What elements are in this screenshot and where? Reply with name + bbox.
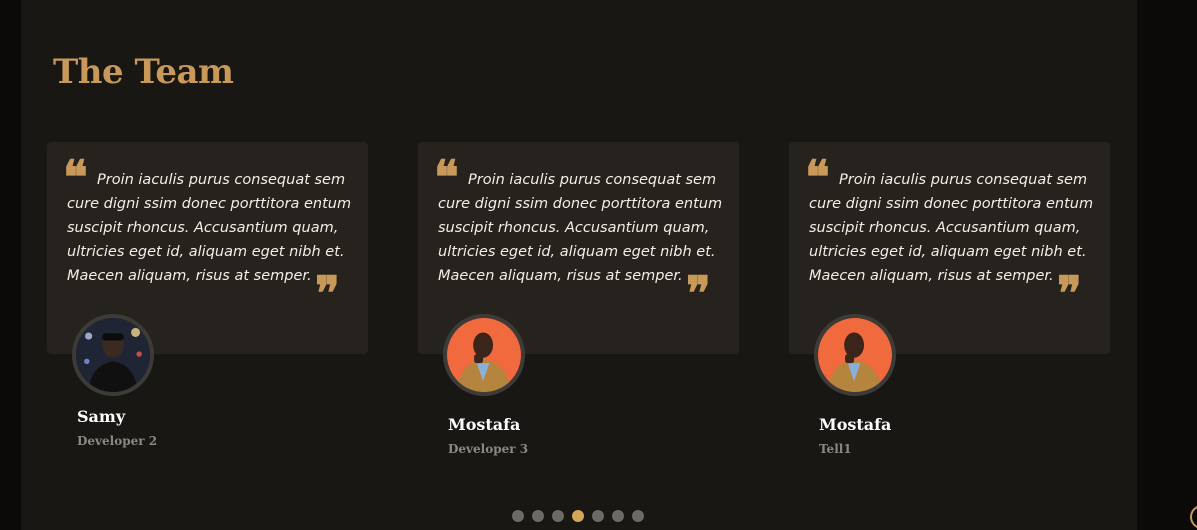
testimonial-text: Proin iaculis purus consequat sem cure d…	[809, 172, 1094, 284]
close-quote-icon: ❞	[1057, 266, 1082, 320]
section-title: The Team	[53, 52, 234, 92]
carousel-dot-1[interactable]	[512, 510, 524, 522]
avatar-mostafa	[814, 314, 896, 396]
avatar-mostafa	[443, 314, 525, 396]
person-photo-icon	[447, 318, 521, 392]
person-photo-icon	[818, 318, 892, 392]
carousel-dot-7[interactable]	[632, 510, 644, 522]
person-photo-icon	[76, 318, 150, 392]
testimonial-text: Proin iaculis purus consequat sem cure d…	[67, 172, 352, 284]
avatar-samy	[72, 314, 154, 396]
member-role: Tell1	[819, 442, 852, 456]
member-role: Developer 3	[448, 442, 529, 456]
carousel-dot-4[interactable]	[572, 510, 584, 522]
member-name: Mostafa	[448, 415, 521, 434]
carousel-dot-5[interactable]	[592, 510, 604, 522]
scroll-edge-icon	[1190, 505, 1197, 529]
carousel-dot-3[interactable]	[552, 510, 564, 522]
close-quote-icon: ❞	[315, 266, 340, 320]
member-role: Developer 2	[77, 434, 158, 448]
carousel-dot-2[interactable]	[532, 510, 544, 522]
carousel-dot-6[interactable]	[612, 510, 624, 522]
member-name: Samy	[77, 407, 126, 426]
close-quote-icon: ❞	[686, 266, 711, 320]
carousel-pagination	[512, 510, 644, 522]
testimonial-text: Proin iaculis purus consequat sem cure d…	[438, 172, 723, 284]
member-name: Mostafa	[819, 415, 892, 434]
